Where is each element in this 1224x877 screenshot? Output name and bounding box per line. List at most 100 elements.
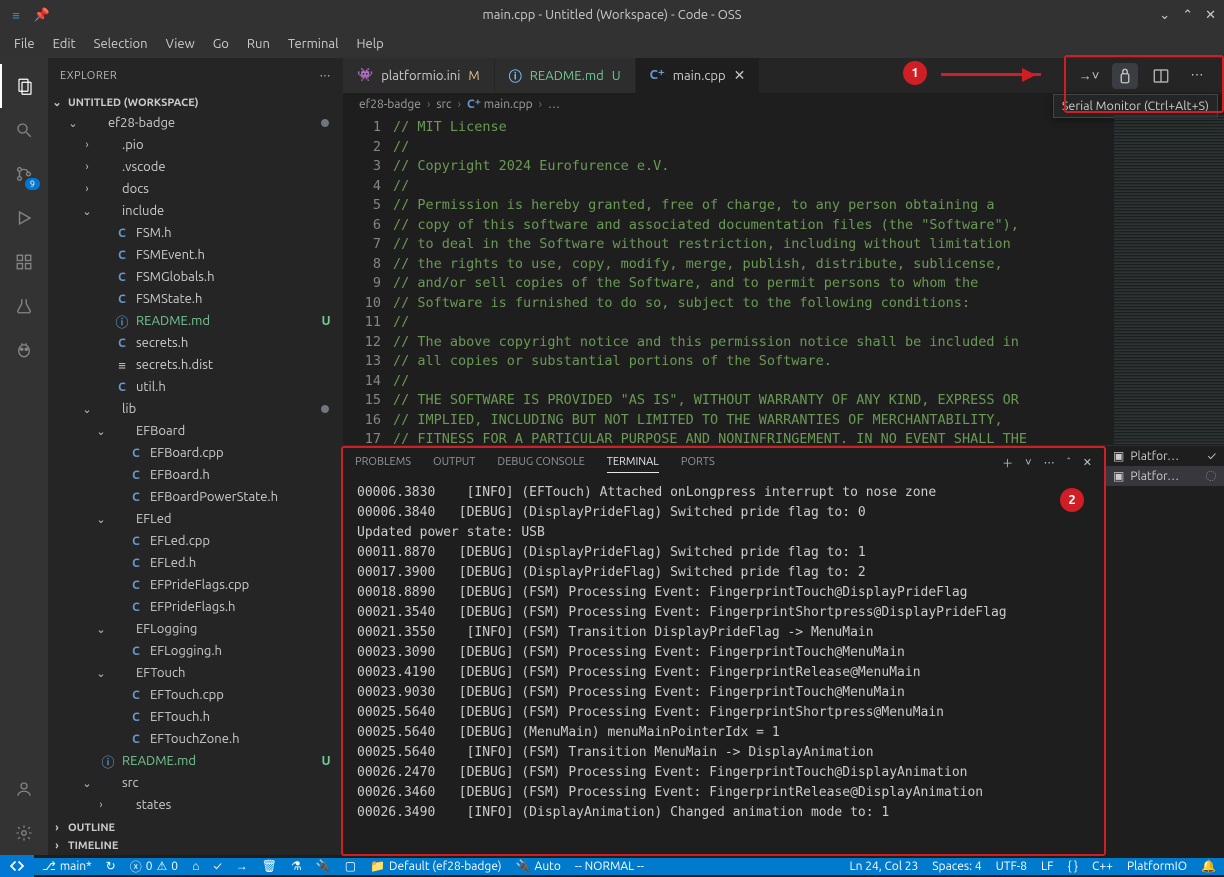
tree-file[interactable]: CFSMGlobals.h — [48, 266, 343, 288]
menu-terminal[interactable]: Terminal — [280, 33, 347, 55]
tree-file[interactable]: CEFPrideFlags.h — [48, 596, 343, 618]
menu-edit[interactable]: Edit — [45, 33, 84, 55]
status-spaces[interactable]: Spaces: 4 — [932, 860, 981, 873]
outline-head[interactable]: ›OUTLINE — [48, 819, 343, 837]
panel-more-icon[interactable]: ⋯ — [1044, 456, 1055, 469]
tree-folder[interactable]: ⌄EFBoard — [48, 420, 343, 442]
status-pio-label[interactable]: PlatformIO — [1127, 860, 1187, 873]
breadcrumb-item[interactable]: … — [548, 98, 560, 111]
tree-file[interactable]: CEFBoard.h — [48, 464, 343, 486]
status-position[interactable]: Ln 24, Col 23 — [850, 860, 919, 873]
status-encoding[interactable]: UTF-8 — [996, 860, 1027, 873]
status-pio-monitor-icon[interactable]: 🔌 — [316, 859, 331, 873]
tree-folder[interactable]: ⌄EFLogging — [48, 618, 343, 640]
run-debug-icon[interactable] — [0, 196, 48, 240]
breadcrumb-item[interactable]: C⁺ main.cpp — [467, 97, 533, 111]
remote-icon[interactable] — [0, 855, 34, 877]
serial-monitor-icon[interactable] — [1112, 63, 1138, 89]
breadcrumb-item[interactable]: ef28-badge — [359, 98, 421, 111]
pin-icon[interactable]: 📌 — [34, 7, 50, 23]
menu-go[interactable]: Go — [205, 33, 237, 55]
status-bell-icon[interactable]: 🔔 — [1201, 859, 1216, 873]
extensions-icon[interactable] — [0, 240, 48, 284]
tree-folder[interactable]: ›.vscode — [48, 156, 343, 178]
tree-file[interactable]: CFSMState.h — [48, 288, 343, 310]
status-pio-upload-icon[interactable]: → — [236, 859, 248, 873]
tree-file[interactable]: CEFTouch.cpp — [48, 684, 343, 706]
split-editor-icon[interactable] — [1148, 63, 1174, 89]
tree-file[interactable]: Csecrets.h — [48, 332, 343, 354]
menu-selection[interactable]: Selection — [86, 33, 156, 55]
tab-more-icon[interactable]: ⋯ — [1184, 63, 1210, 89]
workspace-head[interactable]: ⌄ UNTITLED (WORKSPACE) — [48, 93, 343, 112]
tree-file[interactable]: CEFTouch.h — [48, 706, 343, 728]
tree-file[interactable]: CEFLed.cpp — [48, 530, 343, 552]
settings-icon[interactable] — [0, 811, 48, 855]
menu-view[interactable]: View — [158, 33, 203, 55]
status-pio-build-icon[interactable]: ✓ — [213, 860, 221, 873]
status-pio-clean-icon[interactable]: 🗑 — [262, 859, 277, 873]
close-icon[interactable]: ✕ — [1205, 8, 1216, 23]
panel-maximize-icon[interactable]: ˆ — [1067, 457, 1071, 469]
tree-folder[interactable]: ⌄ef28-badge — [48, 112, 343, 134]
tree-folder[interactable]: ›states — [48, 794, 343, 816]
terminal-output[interactable]: 00006.3830 [INFO] (EFTouch) Attached onL… — [343, 473, 1104, 855]
status-port[interactable]: 🔌 Auto — [516, 859, 561, 873]
tree-folder[interactable]: ›.pio — [48, 134, 343, 156]
explorer-icon[interactable] — [0, 64, 48, 108]
menu-run[interactable]: Run — [239, 33, 278, 55]
panel-tab-output[interactable]: OUTPUT — [433, 452, 475, 473]
tree-folder[interactable]: ⌄lib — [48, 398, 343, 420]
tree-file[interactable]: CEFLogging.h — [48, 640, 343, 662]
tree-file[interactable]: ⓘREADME.mdU — [48, 750, 343, 772]
breadcrumb-item[interactable]: src — [436, 98, 451, 111]
tab-close-icon[interactable]: ✕ — [734, 67, 746, 84]
panel-chevron-down-icon[interactable]: ˅ — [1025, 457, 1031, 469]
terminal-instance[interactable]: ▣Platfor…◌ — [1105, 466, 1224, 486]
code-content[interactable]: // MIT License//// Copyright 2024 Eurofu… — [393, 115, 1114, 445]
tree-file[interactable]: ≡secrets.h.dist — [48, 354, 343, 376]
status-pio-test-icon[interactable]: ⚗ — [291, 859, 302, 873]
panel-add-icon[interactable]: ＋ — [1002, 455, 1013, 471]
testing-icon[interactable] — [0, 284, 48, 328]
maximize-icon[interactable]: ⌃ — [1182, 8, 1193, 23]
panel-close-icon[interactable]: ✕ — [1083, 456, 1092, 469]
status-env[interactable]: 📁 Default (ef28-badge) — [370, 859, 502, 873]
status-errors[interactable]: ⓧ 0 ⚠ 0 — [130, 858, 178, 875]
platformio-icon[interactable] — [0, 328, 48, 372]
menu-file[interactable]: File — [6, 33, 43, 55]
panel-tab-ports[interactable]: PORTS — [681, 452, 715, 473]
minimap[interactable] — [1114, 115, 1224, 445]
status-eol[interactable]: LF — [1041, 860, 1053, 873]
tree-file[interactable]: Cutil.h — [48, 376, 343, 398]
menu-help[interactable]: Help — [348, 33, 391, 55]
panel-tab-problems[interactable]: PROBLEMS — [355, 452, 411, 473]
tree-folder[interactable]: ⌄EFLed — [48, 508, 343, 530]
timeline-head[interactable]: ›TIMELINE — [48, 837, 343, 855]
panel-tab-terminal[interactable]: TERMINAL — [607, 452, 659, 473]
tab-main-cpp[interactable]: C⁺main.cpp✕ — [636, 58, 761, 93]
scm-icon[interactable]: 9 — [0, 152, 48, 196]
minimize-icon[interactable]: ⌄ — [1159, 8, 1170, 23]
sidebar-more-icon[interactable]: ⋯ — [320, 69, 332, 82]
tree-folder[interactable]: ⌄src — [48, 772, 343, 794]
status-sync[interactable]: ↻ — [106, 859, 116, 873]
run-arrow-icon[interactable]: →˅ — [1076, 63, 1102, 89]
panel-tab-debug-console[interactable]: DEBUG CONSOLE — [497, 452, 584, 473]
search-icon[interactable] — [0, 108, 48, 152]
tab-platformio-ini[interactable]: 👾platformio.iniM — [343, 58, 495, 93]
tree-file[interactable]: ⓘREADME.mdU — [48, 310, 343, 332]
status-prettier-icon[interactable]: { } — [1067, 860, 1078, 873]
tree-folder[interactable]: ⌄EFTouch — [48, 662, 343, 684]
tree-file[interactable]: CEFPrideFlags.cpp — [48, 574, 343, 596]
terminal-instance[interactable]: ▣Platfor…✓ — [1105, 446, 1224, 466]
tree-folder[interactable]: ›docs — [48, 178, 343, 200]
tree-file[interactable]: CFSMEvent.h — [48, 244, 343, 266]
status-pio-terminal-icon[interactable]: ▢ — [345, 859, 356, 873]
tab-readme-md[interactable]: ⓘREADME.mdU — [495, 58, 636, 93]
tree-file[interactable]: CEFTouchZone.h — [48, 728, 343, 750]
status-branch[interactable]: ⎇ main* — [42, 859, 92, 873]
tree-file[interactable]: CEFBoard.cpp — [48, 442, 343, 464]
tree-file[interactable]: CFSM.h — [48, 222, 343, 244]
status-lang[interactable]: C++ — [1092, 860, 1113, 873]
